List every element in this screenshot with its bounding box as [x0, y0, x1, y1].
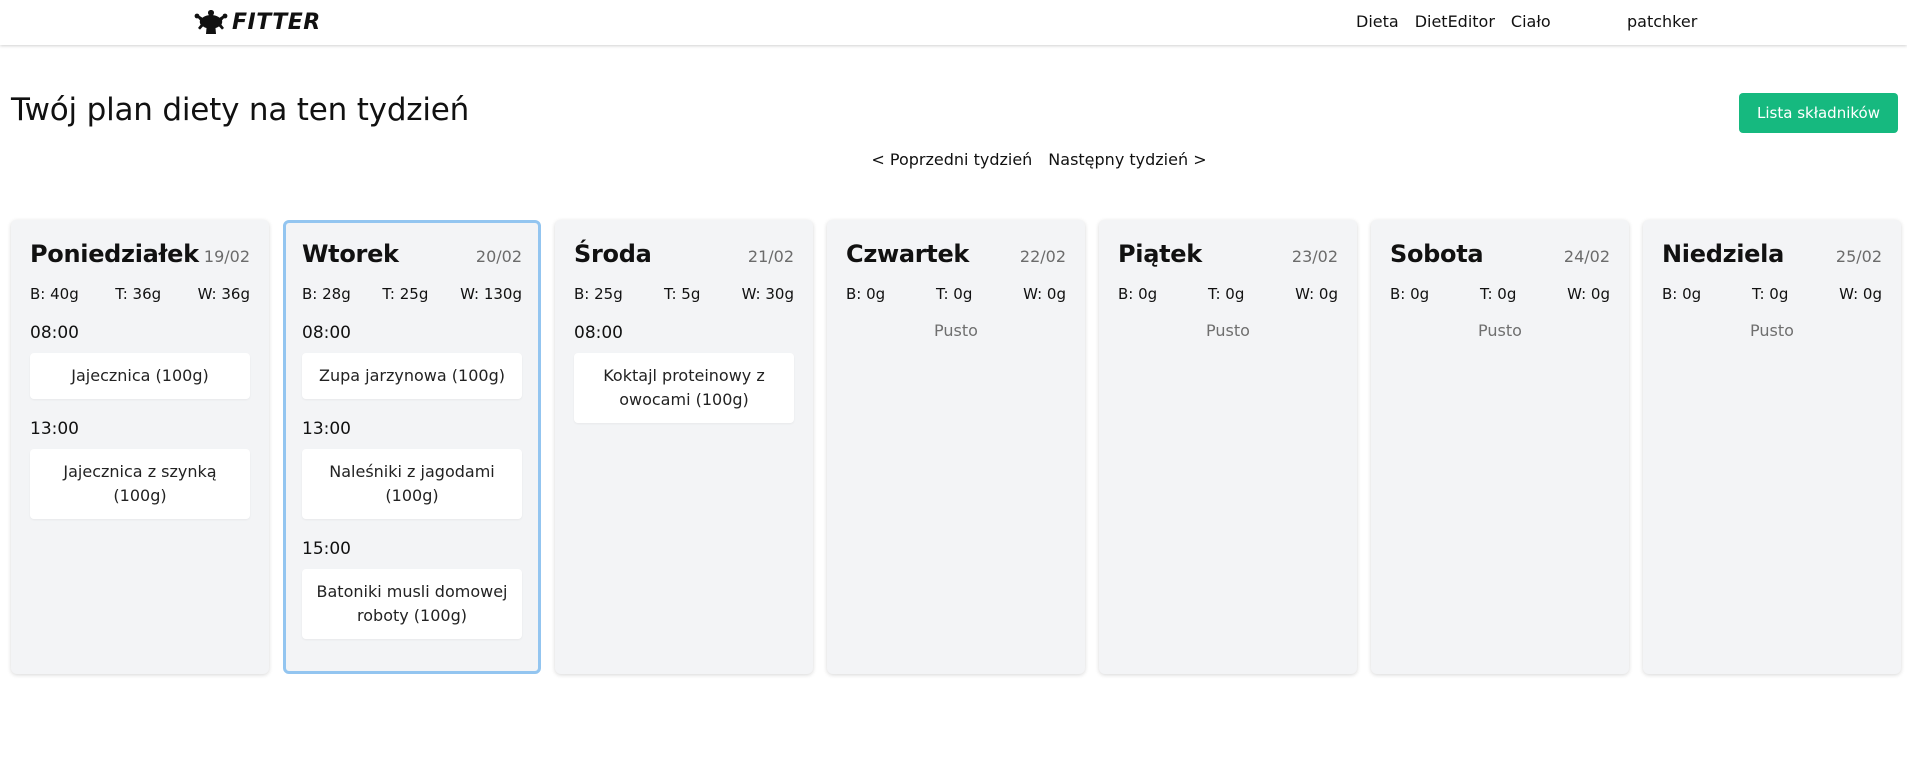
day-card[interactable]: Wtorek 20/02 B: 28g T: 25g W: 130g 08:00 Zupa …	[283, 220, 541, 674]
meal-card[interactable]: Jajecznica z szynką (100g)	[30, 449, 250, 519]
macros-row: B: 0g T: 0g W: 0g	[1390, 285, 1610, 303]
day-header: Poniedziałek 19/02	[30, 240, 250, 268]
macro-fat: T: 0g	[1479, 285, 1517, 303]
day-header: Niedziela 25/02	[1662, 240, 1882, 268]
meal-card[interactable]: Koktajl proteinowy z owocami (100g)	[574, 353, 794, 423]
day-card[interactable]: Niedziela 25/02 B: 0g T: 0g W: 0g Pusto	[1643, 220, 1901, 674]
macro-carbs: W: 0g	[1839, 285, 1882, 303]
day-header: Piątek 23/02	[1118, 240, 1338, 268]
top-navbar: FITTER Dieta DietEditor Ciało patchker	[0, 0, 1907, 45]
macro-carbs: W: 0g	[1567, 285, 1610, 303]
macro-protein: B: 0g	[1662, 285, 1702, 303]
day-name: Wtorek	[302, 240, 399, 268]
day-date: 21/02	[747, 247, 794, 266]
day-card[interactable]: Poniedziałek 19/02 B: 40g T: 36g W: 36g 08:00…	[11, 220, 269, 674]
empty-day-label: Pusto	[934, 321, 978, 340]
day-date: 20/02	[475, 247, 522, 266]
day-name: Piątek	[1118, 240, 1202, 268]
page-title: Twój plan diety na ten tydzień	[11, 92, 470, 128]
meal-card[interactable]: Naleśniki z jagodami (100g)	[302, 449, 522, 519]
macros-row: B: 0g T: 0g W: 0g	[1118, 285, 1338, 303]
previous-week-link[interactable]: < Poprzedni tydzień	[871, 150, 1032, 169]
macro-protein: B: 40g	[30, 285, 79, 303]
day-header: Sobota 24/02	[1390, 240, 1610, 268]
empty-day-label: Pusto	[1206, 321, 1250, 340]
day-name: Czwartek	[846, 240, 970, 268]
macro-carbs: W: 36g	[197, 285, 250, 303]
meal-time: 08:00	[302, 323, 351, 343]
logo-link[interactable]: FITTER	[194, 6, 321, 38]
macro-fat: T: 0g	[1207, 285, 1245, 303]
macros-row: B: 40g T: 36g W: 36g	[30, 285, 250, 303]
day-date: 24/02	[1563, 247, 1610, 266]
day-date: 19/02	[203, 247, 250, 266]
empty-day-label: Pusto	[1478, 321, 1522, 340]
nav-link-dieta[interactable]: Dieta	[1356, 12, 1399, 31]
day-card[interactable]: Czwartek 22/02 B: 0g T: 0g W: 0g Pusto	[827, 220, 1085, 674]
macro-protein: B: 0g	[846, 285, 886, 303]
macro-protein: B: 28g	[302, 285, 351, 303]
nav-link-dieteditor[interactable]: DietEditor	[1415, 12, 1495, 31]
ingredients-list-button[interactable]: Lista składników	[1739, 93, 1898, 133]
macro-carbs: W: 30g	[741, 285, 794, 303]
user-menu-link[interactable]: patchker	[1627, 12, 1697, 31]
macro-fat: T: 0g	[935, 285, 973, 303]
macro-protein: B: 0g	[1390, 285, 1430, 303]
macros-row: B: 0g T: 0g W: 0g	[846, 285, 1066, 303]
day-card[interactable]: Sobota 24/02 B: 0g T: 0g W: 0g Pusto	[1371, 220, 1629, 674]
next-week-link[interactable]: Następny tydzień >	[1048, 150, 1206, 169]
macro-carbs: W: 0g	[1023, 285, 1066, 303]
day-date: 23/02	[1291, 247, 1338, 266]
macro-fat: T: 36g	[115, 285, 162, 303]
day-name: Poniedziałek	[30, 240, 199, 268]
macros-row: B: 0g T: 0g W: 0g	[1662, 285, 1882, 303]
week-navigation: < Poprzedni tydzień Następny tydzień >	[0, 150, 1907, 169]
day-header: Środa 21/02	[574, 240, 794, 268]
day-name: Niedziela	[1662, 240, 1784, 268]
meal-card[interactable]: Batoniki musli domowej roboty (100g)	[302, 569, 522, 639]
week-days-grid: Poniedziałek 19/02 B: 40g T: 36g W: 36g 08:00…	[11, 220, 1901, 674]
meal-time: 13:00	[302, 419, 351, 439]
meal-time: 08:00	[574, 323, 623, 343]
macro-protein: B: 25g	[574, 285, 623, 303]
meal-time: 13:00	[30, 419, 79, 439]
macros-row: B: 25g T: 5g W: 30g	[574, 285, 794, 303]
meal-card[interactable]: Jajecznica (100g)	[30, 353, 250, 399]
macros-row: B: 28g T: 25g W: 130g	[302, 285, 522, 303]
muscle-man-icon	[194, 7, 228, 37]
empty-day-label: Pusto	[1750, 321, 1794, 340]
meal-card[interactable]: Zupa jarzynowa (100g)	[302, 353, 522, 399]
nav-link-cialo[interactable]: Ciało	[1511, 12, 1551, 31]
macro-fat: T: 5g	[663, 285, 701, 303]
day-header: Wtorek 20/02	[302, 240, 522, 268]
day-header: Czwartek 22/02	[846, 240, 1066, 268]
day-card[interactable]: Piątek 23/02 B: 0g T: 0g W: 0g Pusto	[1099, 220, 1357, 674]
day-date: 25/02	[1835, 247, 1882, 266]
day-name: Sobota	[1390, 240, 1484, 268]
meal-time: 08:00	[30, 323, 79, 343]
macro-carbs: W: 0g	[1295, 285, 1338, 303]
macro-protein: B: 0g	[1118, 285, 1158, 303]
meal-time: 15:00	[302, 539, 351, 559]
macro-fat: T: 25g	[382, 285, 429, 303]
day-name: Środa	[574, 240, 652, 268]
day-date: 22/02	[1019, 247, 1066, 266]
macro-carbs: W: 130g	[460, 285, 522, 303]
main-nav: Dieta DietEditor Ciało	[1356, 10, 1551, 32]
logo-text: FITTER	[232, 9, 321, 35]
macro-fat: T: 0g	[1751, 285, 1789, 303]
day-card[interactable]: Środa 21/02 B: 25g T: 5g W: 30g 08:00 Koktajl …	[555, 220, 813, 674]
